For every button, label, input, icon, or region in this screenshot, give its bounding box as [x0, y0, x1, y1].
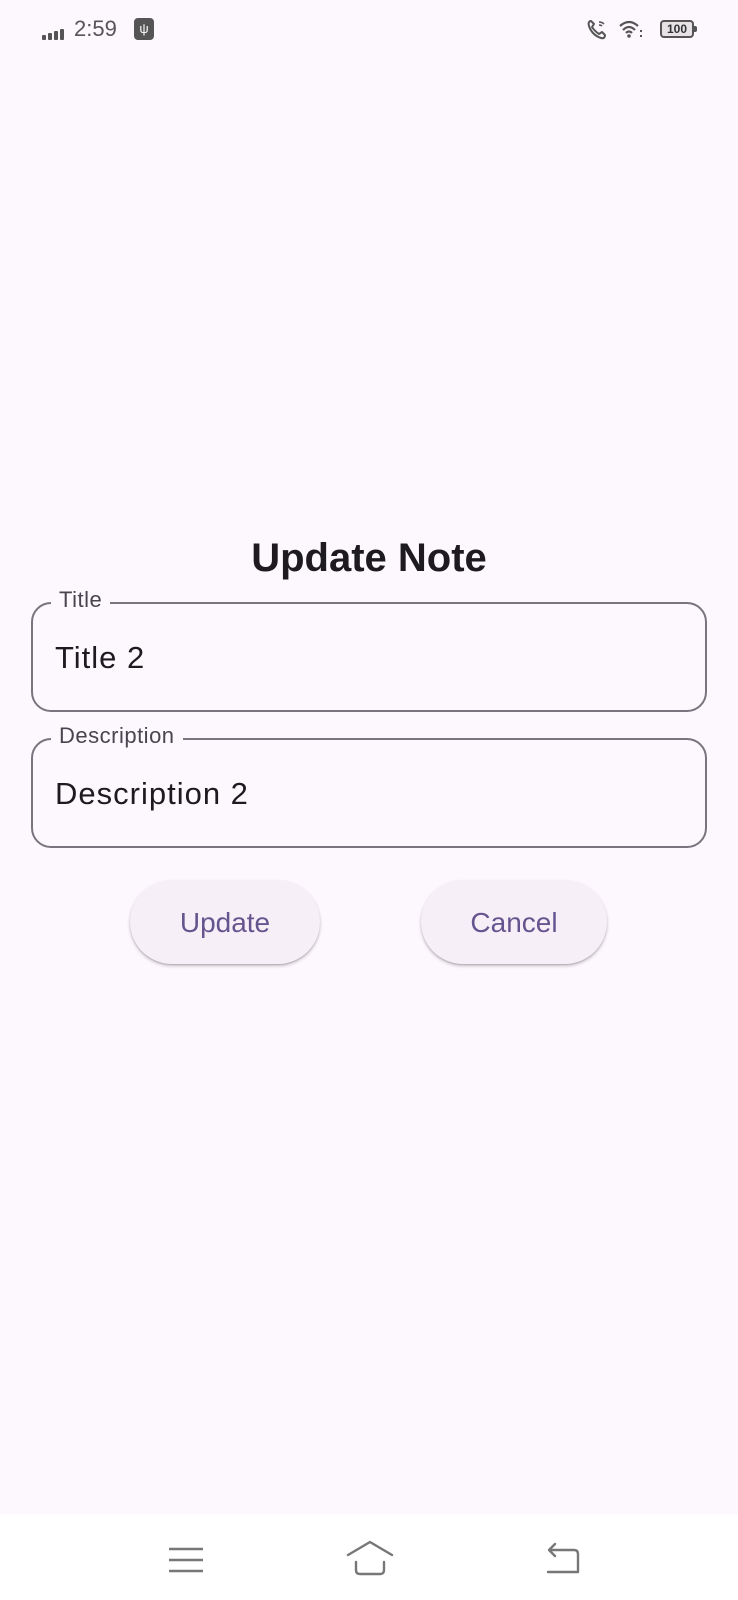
title-input[interactable]: [55, 640, 675, 676]
wifi-call-icon: [587, 20, 606, 40]
wifi-icon: [619, 20, 642, 38]
status-bar: 2:59 ψ 100: [0, 0, 738, 60]
menu-icon[interactable]: [169, 1546, 203, 1574]
home-icon[interactable]: [346, 1540, 394, 1576]
title-field[interactable]: Title: [31, 587, 707, 712]
cancel-button[interactable]: Cancel: [421, 880, 607, 964]
update-button[interactable]: Update: [130, 880, 320, 964]
back-icon[interactable]: [544, 1542, 580, 1576]
battery-icon: 100: [660, 20, 697, 38]
status-time: 2:59: [74, 16, 117, 41]
usb-icon: ψ: [134, 18, 154, 40]
title-field-label: Title: [51, 587, 111, 613]
signal-icon: [42, 24, 68, 40]
description-field-label: Description: [51, 723, 183, 749]
description-field[interactable]: Description: [31, 723, 707, 848]
navigation-bar: [0, 1514, 738, 1600]
page-title: Update Note: [251, 536, 487, 580]
description-input[interactable]: [55, 776, 675, 812]
